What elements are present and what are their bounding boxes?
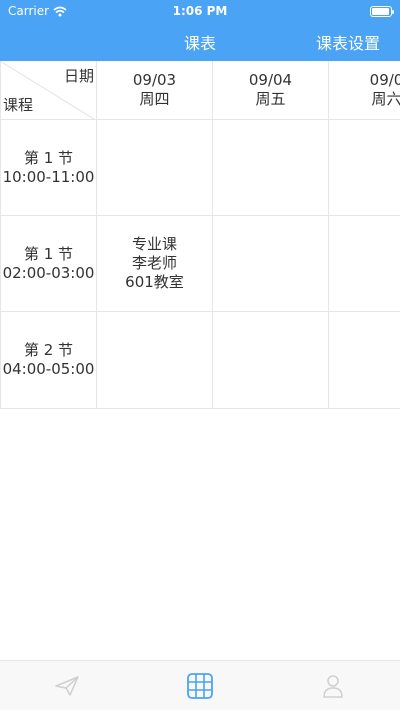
day-date: 09/0 — [369, 71, 400, 89]
day-weekday: 周五 — [255, 90, 286, 108]
battery-icon — [370, 6, 394, 17]
period-name: 第 1 节 — [23, 244, 74, 263]
tab-bar — [0, 660, 400, 710]
schedule-cell[interactable] — [97, 120, 213, 216]
day-header: 09/04 周五 — [213, 61, 329, 120]
schedule-cell[interactable] — [213, 216, 329, 312]
person-icon — [323, 674, 344, 698]
day-weekday: 周六 — [371, 90, 400, 108]
day-header: 09/03 周四 — [97, 61, 213, 120]
schedule-cell[interactable] — [97, 312, 213, 409]
schedule-cell[interactable] — [329, 120, 400, 216]
date-axis-label: 日期 — [63, 67, 94, 85]
grid-icon — [187, 672, 213, 699]
timetable-header-row: 日期 课程 09/03 周四 09/04 周五 09/0 周六 — [0, 61, 400, 120]
tab-send[interactable] — [37, 661, 97, 710]
schedule-cell[interactable] — [213, 312, 329, 409]
period-label-cell: 第 1 节 10:00-11:00 — [0, 120, 97, 216]
schedule-cell[interactable] — [329, 216, 400, 312]
period-label-cell: 第 1 节 02:00-03:00 — [0, 216, 97, 312]
day-weekday: 周四 — [139, 90, 170, 108]
schedule-cell-course[interactable]: 专业课 李老师 601教室 — [97, 216, 213, 312]
timetable: 日期 课程 09/03 周四 09/04 周五 09/0 周六 第 1 节 10… — [0, 61, 400, 409]
period-row: 第 1 节 10:00-11:00 — [0, 120, 400, 216]
period-time: 02:00-03:00 — [2, 263, 95, 282]
period-time: 10:00-11:00 — [2, 167, 95, 186]
schedule-cell[interactable] — [329, 312, 400, 409]
course-axis-label: 课程 — [3, 96, 34, 114]
tab-schedule[interactable] — [170, 661, 230, 710]
schedule-settings-button[interactable]: 课表设置 — [316, 30, 380, 54]
send-icon — [54, 675, 79, 696]
period-name: 第 2 节 — [23, 341, 74, 359]
tab-profile[interactable] — [303, 661, 363, 710]
day-date: 09/03 — [132, 71, 177, 89]
status-time: 1:06 PM — [172, 4, 228, 18]
status-bar: Carrier 1:06 PM — [0, 0, 400, 22]
period-time: 04:00-05:00 — [2, 360, 95, 378]
corner-cell: 日期 课程 — [0, 61, 97, 120]
period-name: 第 1 节 — [23, 148, 74, 167]
day-date: 09/04 — [248, 71, 293, 89]
period-row: 第 2 节 04:00-05:00 — [0, 312, 400, 409]
schedule-cell[interactable] — [213, 120, 329, 216]
period-row: 第 1 节 02:00-03:00 专业课 李老师 601教室 — [0, 216, 400, 312]
app-header: Carrier 1:06 PM 课表 课表设置 — [0, 0, 400, 61]
day-header: 09/0 周六 — [329, 61, 400, 120]
period-label-cell: 第 2 节 04:00-05:00 — [0, 312, 97, 409]
